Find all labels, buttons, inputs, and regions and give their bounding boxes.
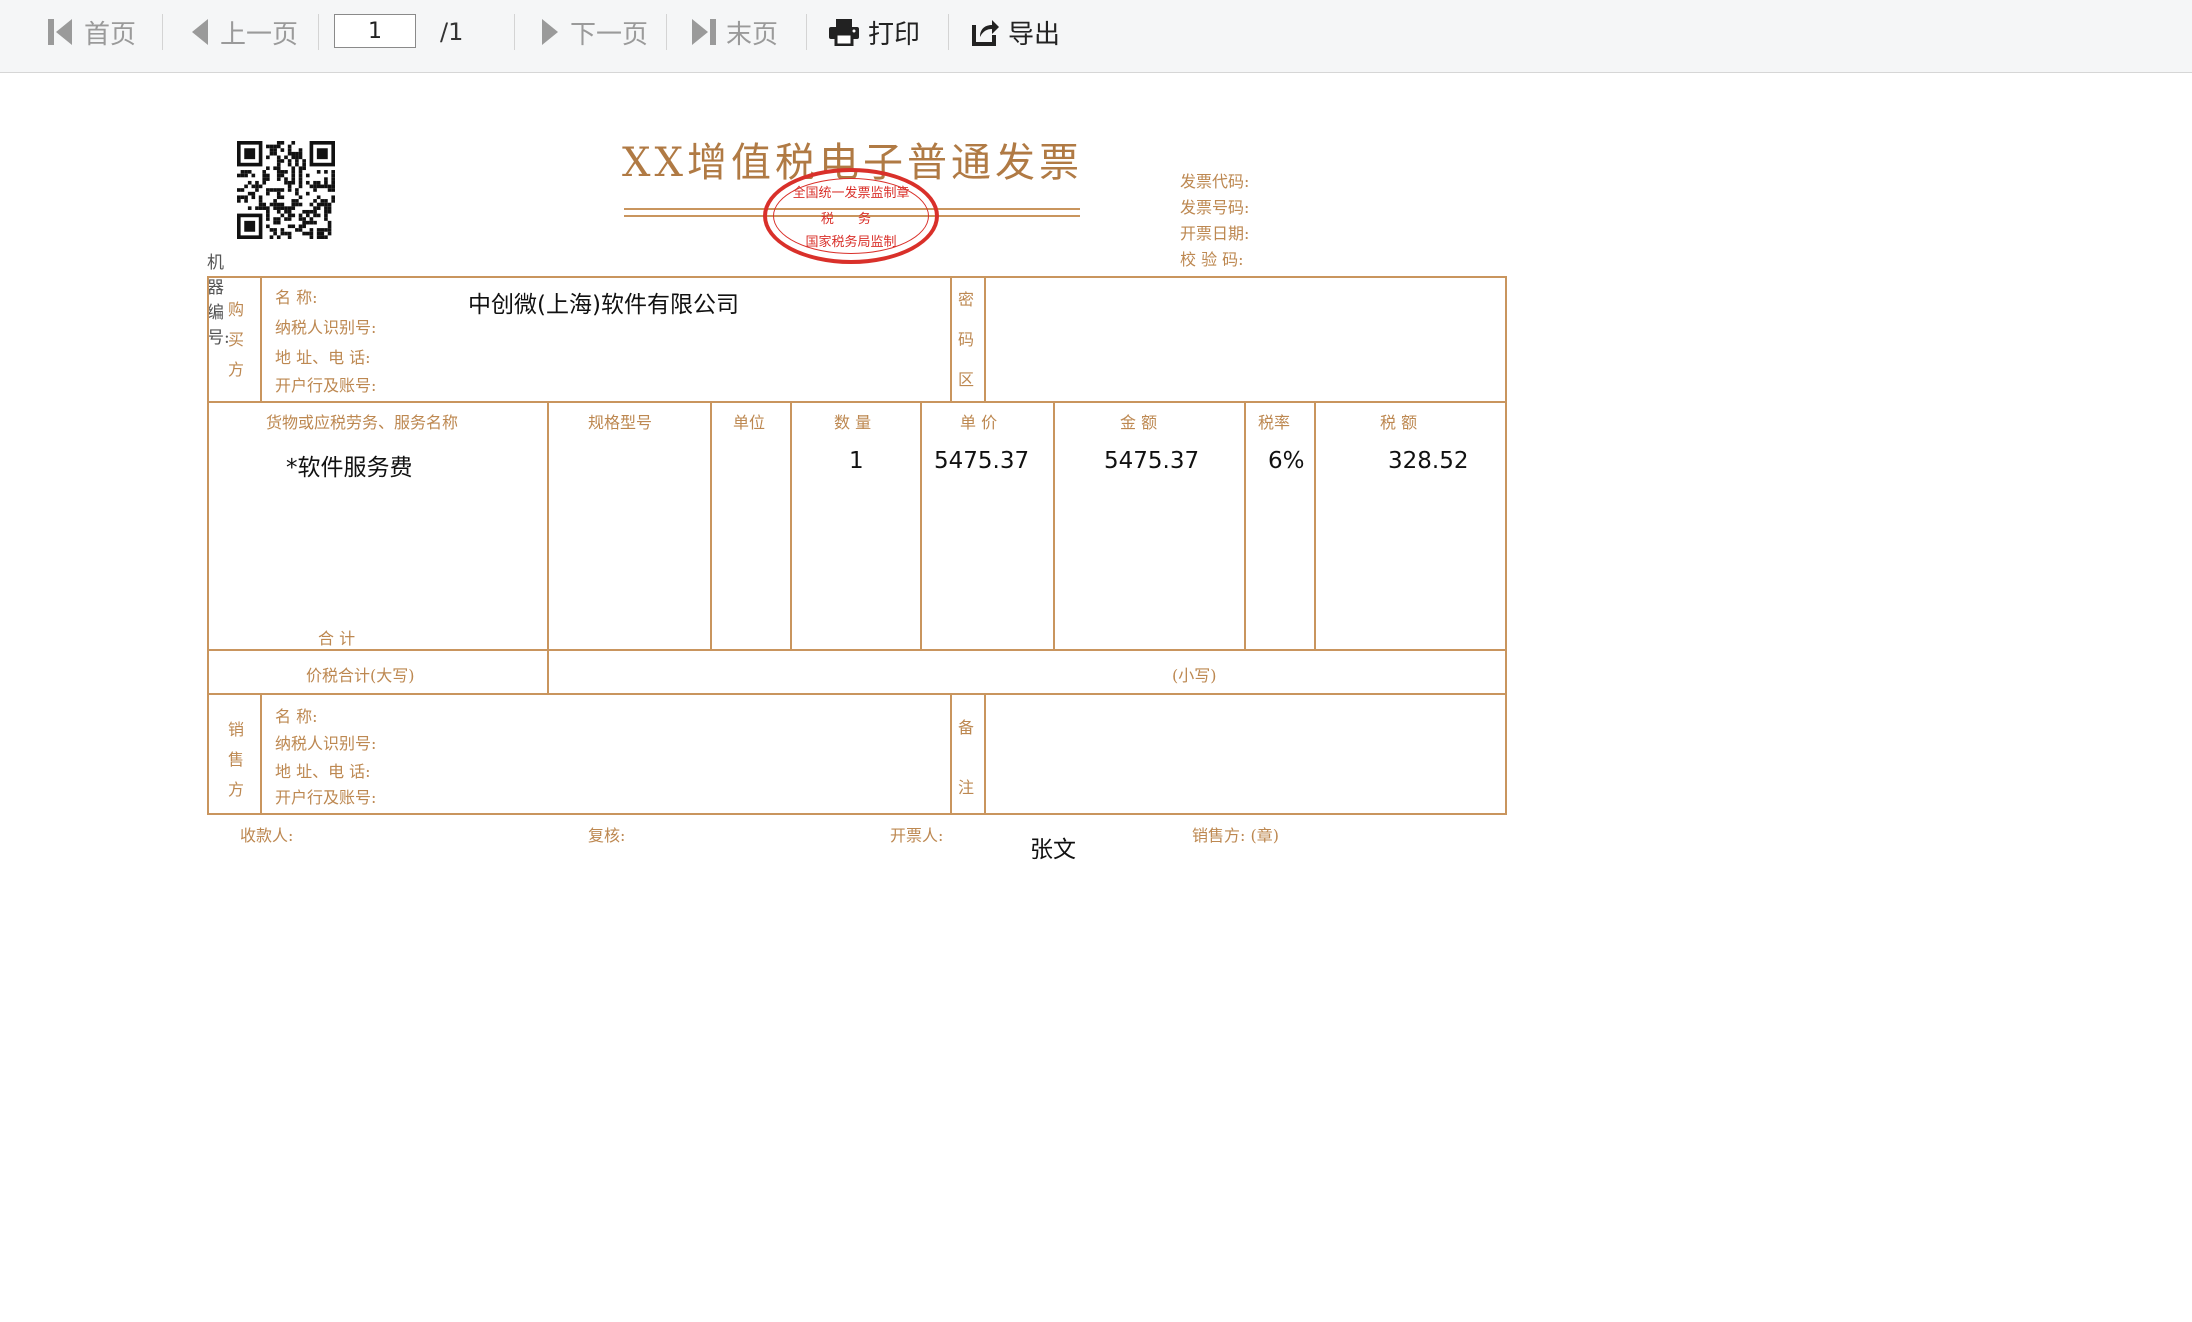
- drawer-label: 开票人:: [890, 826, 944, 845]
- cipher-zone-char-2: 码: [958, 330, 975, 349]
- item-name: *软件服务费: [286, 455, 413, 481]
- buyer-name-value: 中创微(上海)软件有限公司: [468, 292, 739, 318]
- seller-bank-label: 开户行及账号:: [275, 788, 377, 807]
- seller-side-char-3: 方: [228, 780, 245, 799]
- col-header-tax: 税 额: [1380, 413, 1418, 432]
- total-in-figures-label: (小写): [1172, 666, 1217, 685]
- col-header-spec: 规格型号: [588, 413, 653, 432]
- col-header-price: 单 价: [960, 413, 998, 432]
- buyer-name-label: 名 称:: [275, 288, 318, 307]
- buyer-side-char-2: 买: [228, 330, 245, 349]
- seller-name-label: 名 称:: [275, 707, 318, 726]
- cipher-zone-char-3: 区: [958, 370, 975, 389]
- seller-side-char-1: 销: [228, 720, 245, 739]
- buyer-side-char-3: 方: [228, 360, 245, 379]
- item-rate: 6%: [1268, 448, 1305, 474]
- col-header-qty: 数 量: [834, 413, 872, 432]
- item-tax: 328.52: [1388, 448, 1469, 474]
- seller-address-label: 地 址、电 话:: [275, 762, 371, 781]
- buyer-bank-label: 开户行及账号:: [275, 376, 377, 395]
- col-header-unit: 单位: [733, 413, 766, 432]
- remark-char-2: 注: [958, 778, 975, 797]
- item-qty: 1: [849, 448, 864, 474]
- seller-seal-label: 销售方: (章): [1192, 826, 1279, 845]
- buyer-side-char-1: 购: [228, 300, 245, 319]
- buyer-address-label: 地 址、电 话:: [275, 348, 371, 367]
- seller-tax-id-label: 纳税人识别号:: [275, 734, 377, 753]
- cipher-zone-char-1: 密: [958, 290, 975, 309]
- col-header-item-name: 货物或应税劳务、服务名称: [266, 413, 459, 432]
- drawer-value: 张文: [1030, 837, 1076, 863]
- col-header-rate: 税率: [1258, 413, 1291, 432]
- buyer-tax-id-label: 纳税人识别号:: [275, 318, 377, 337]
- item-amount: 5475.37: [1104, 448, 1200, 474]
- seller-side-char-2: 售: [228, 750, 245, 769]
- total-label: 合 计: [318, 629, 356, 648]
- invoice-grid: [207, 276, 1507, 815]
- remark-char-1: 备: [958, 718, 975, 737]
- item-price: 5475.37: [934, 448, 1030, 474]
- col-header-amount: 金 额: [1120, 413, 1158, 432]
- total-in-words-label: 价税合计(大写): [306, 666, 415, 685]
- reviewer-label: 复核:: [588, 826, 626, 845]
- payee-label: 收款人:: [240, 826, 294, 845]
